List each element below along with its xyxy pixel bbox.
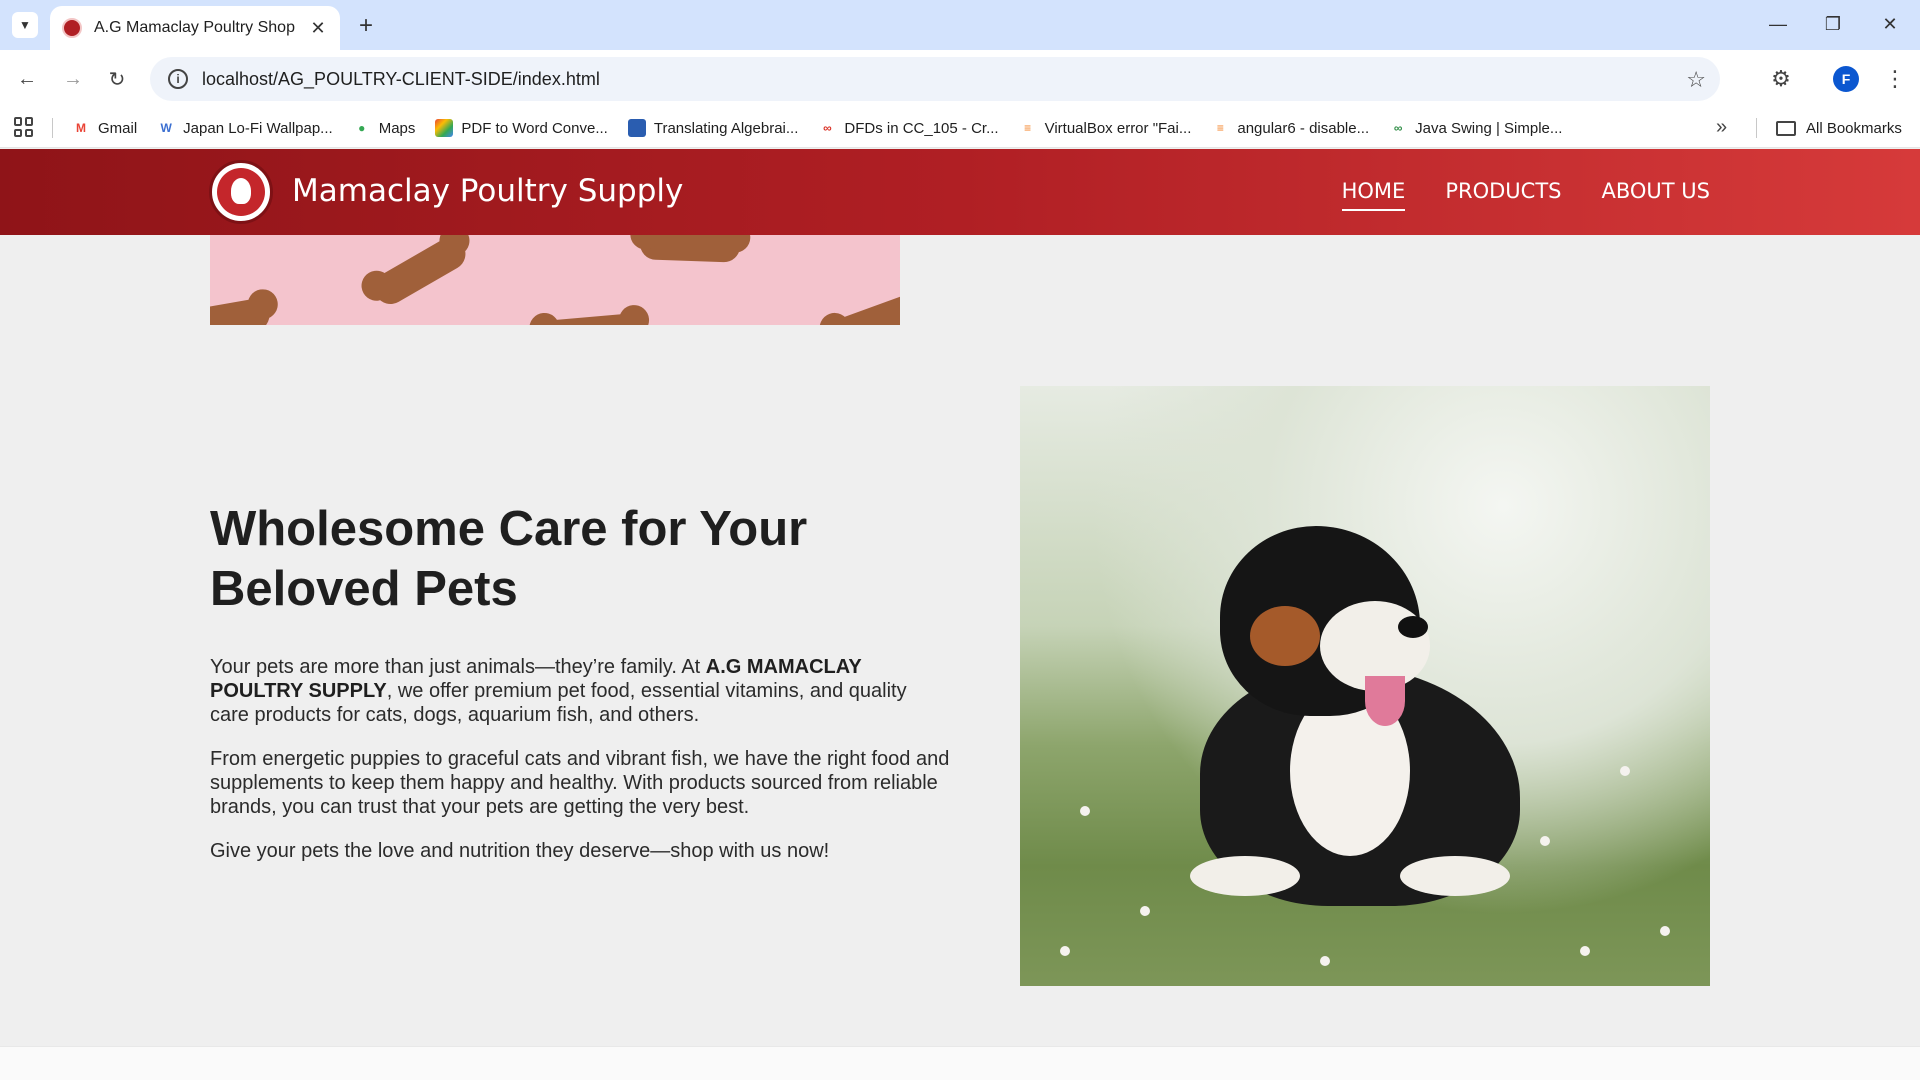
close-window-button[interactable]: ✕ [1870, 8, 1910, 40]
hero-paragraph-3: Give your pets the love and nutrition th… [210, 840, 830, 862]
bookmark-maps[interactable]: ● Maps [353, 119, 415, 137]
chevron-down-icon: ▼ [19, 18, 31, 32]
tab-title: A.G Mamaclay Poultry Shop [94, 19, 295, 36]
reload-button[interactable]: ↻ [102, 64, 132, 94]
forward-button[interactable]: → [58, 64, 88, 94]
page-viewport: Mamaclay Poultry Supply HOME PRODUCTS AB… [0, 149, 1920, 1080]
back-button[interactable]: ← [12, 64, 42, 94]
bookmark-dfds[interactable]: ∞ DFDs in CC_105 - Cr... [818, 119, 999, 137]
main-nav: HOME PRODUCTS ABOUT US [1341, 179, 1710, 211]
bookmark-japan-lofi[interactable]: W Japan Lo-Fi Wallpap... [157, 119, 333, 137]
nav-home[interactable]: HOME [1341, 179, 1406, 211]
more-bookmarks-icon[interactable]: » [1716, 116, 1727, 139]
url-text: localhost/AG_POULTRY-CLIENT-SIDE/index.h… [202, 68, 600, 89]
hero-title: Wholesome Care for Your Beloved Pets [210, 502, 808, 616]
bookmark-java-swing[interactable]: ∞ Java Swing | Simple... [1389, 119, 1563, 137]
browser-toolbar: ← → ↻ i localhost/AG_POULTRY-CLIENT-SIDE… [0, 50, 1920, 108]
favicon-icon [62, 18, 82, 38]
gfg-icon: ∞ [1393, 121, 1403, 135]
all-bookmarks-button[interactable]: All Bookmarks [1776, 108, 1902, 148]
address-bar[interactable]: i localhost/AG_POULTRY-CLIENT-SIDE/index… [150, 57, 1720, 101]
stack-icon: ≡ [1216, 121, 1224, 135]
rooster-logo[interactable] [209, 160, 273, 224]
hero-section: Wholesome Care for Your Beloved Pets You… [210, 499, 950, 863]
site-header: Mamaclay Poultry Supply HOME PRODUCTS AB… [0, 149, 1920, 235]
brand-name[interactable]: Mamaclay Poultry Supply [292, 173, 683, 209]
link-icon: ∞ [823, 121, 832, 135]
menu-icon[interactable]: ⋮ [1880, 64, 1910, 94]
hero-paragraph-2: From energetic puppies to graceful cats … [210, 748, 950, 818]
extensions-icon[interactable]: ⚙ [1766, 64, 1796, 94]
divider [1756, 118, 1757, 138]
maps-icon: ● [358, 121, 366, 135]
folder-icon [1776, 120, 1796, 136]
new-tab-button[interactable]: + [352, 12, 380, 40]
profile-avatar[interactable]: F [1833, 66, 1859, 92]
bookmark-pdf-to-word[interactable]: PDF to Word Conve... [435, 119, 608, 137]
tab-strip: ▼ A.G Mamaclay Poultry Shop ✕ + — ❐ ✕ [0, 0, 1920, 50]
w-icon: W [160, 121, 172, 135]
next-section [0, 1046, 1920, 1080]
stack-icon: ≡ [1024, 121, 1032, 135]
restore-button[interactable]: ❐ [1813, 8, 1853, 40]
bookmark-virtualbox[interactable]: ≡ VirtualBox error "Fai... [1019, 119, 1191, 137]
site-info-icon[interactable]: i [168, 69, 188, 89]
close-icon[interactable]: ✕ [308, 18, 328, 38]
nav-products[interactable]: PRODUCTS [1445, 179, 1561, 211]
bookmark-translating[interactable]: Translating Algebrai... [627, 119, 798, 137]
pdf-icon [435, 119, 454, 137]
browser-tab[interactable]: A.G Mamaclay Poultry Shop ✕ [50, 6, 340, 50]
bookmark-star-icon[interactable]: ☆ [1686, 67, 1706, 93]
bookmark-angular6[interactable]: ≡ angular6 - disable... [1211, 119, 1369, 137]
dog-in-grass-image [1020, 386, 1710, 986]
gmail-icon: M [76, 121, 86, 135]
bookmarks-bar: M Gmail W Japan Lo-Fi Wallpap... ● Maps PDF… [0, 108, 1920, 148]
dog-treats-banner-image [210, 235, 900, 325]
hero-paragraph-1: Your pets are more than just animals—the… [210, 656, 907, 726]
bookmark-gmail[interactable]: M Gmail [72, 119, 137, 137]
divider [52, 118, 53, 138]
apps-icon[interactable] [14, 117, 34, 137]
minimize-button[interactable]: — [1758, 8, 1798, 40]
cube-icon [627, 119, 646, 137]
nav-about-us[interactable]: ABOUT US [1601, 179, 1710, 211]
tab-search-button[interactable]: ▼ [12, 12, 38, 38]
bookmark-list: M Gmail W Japan Lo-Fi Wallpap... ● Maps PDF… [72, 108, 1562, 148]
